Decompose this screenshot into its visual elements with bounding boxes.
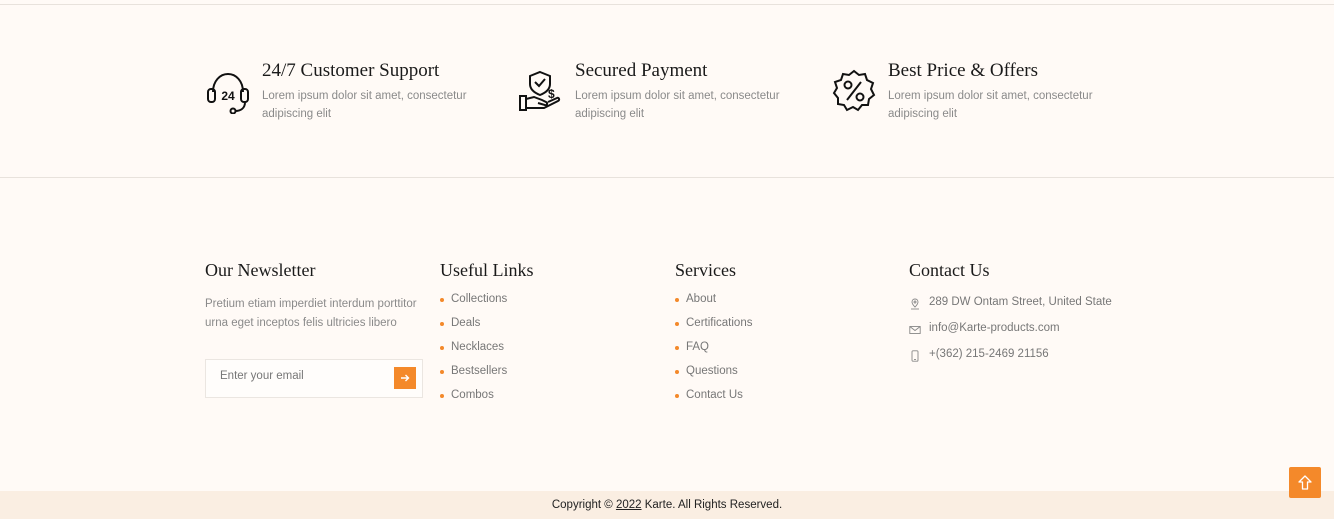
bullet-icon	[440, 298, 444, 302]
link-label: Necklaces	[451, 341, 505, 353]
bullet-icon	[675, 298, 679, 302]
feature-title: 24/7 Customer Support	[262, 60, 440, 81]
feature-desc: Lorem ipsum dolor sit amet, consectetur …	[262, 90, 467, 120]
copyright-text: Copyright © 2022 Karte. All Rights Reser…	[0, 499, 1334, 511]
contact-email[interactable]: info@Karte-products.com	[909, 322, 1139, 342]
bullet-icon	[675, 370, 679, 374]
useful-links-list: Collections Deals Necklaces Bestsellers …	[440, 293, 507, 413]
bullet-icon	[440, 346, 444, 350]
link-necklaces[interactable]: Necklaces	[440, 341, 507, 365]
subscribe-button[interactable]	[394, 367, 416, 389]
services-title: Services	[675, 260, 736, 280]
bullet-icon	[440, 322, 444, 326]
newsletter-section: Our Newsletter Pretium etiam imperdiet i…	[205, 260, 423, 398]
useful-links-section: Useful Links Collections Deals Necklaces…	[440, 260, 534, 401]
link-contact-us[interactable]: Contact Us	[675, 389, 752, 413]
newsletter-form	[205, 359, 423, 398]
copyright-year-link[interactable]: 2022	[616, 499, 642, 511]
footer-bar: Copyright © 2022 Karte. All Rights Reser…	[0, 491, 1334, 519]
link-label: Contact Us	[686, 389, 743, 401]
link-label: Collections	[451, 293, 508, 305]
link-label: Bestsellers	[451, 365, 508, 377]
contact-address: 289 DW Ontam Street, United State	[909, 296, 1139, 316]
feature-desc: Lorem ipsum dolor sit amet, consectetur …	[575, 90, 780, 120]
feature-desc: Lorem ipsum dolor sit amet, consectetur …	[888, 90, 1093, 120]
contact-title: Contact Us	[909, 260, 990, 280]
link-label: Combos	[451, 389, 494, 401]
link-collections[interactable]: Collections	[440, 293, 507, 317]
services-list: About Certifications FAQ Questions Conta…	[675, 293, 752, 413]
link-label: About	[686, 293, 717, 305]
link-combos[interactable]: Combos	[440, 389, 507, 413]
contact-phone[interactable]: +(362) 215-2469 21156	[909, 348, 1139, 368]
bullet-icon	[675, 346, 679, 350]
contact-section: Contact Us 289 DW Ontam Street, United S…	[909, 260, 1112, 362]
bullet-icon	[675, 322, 679, 326]
newsletter-title: Our Newsletter	[205, 260, 316, 280]
link-deals[interactable]: Deals	[440, 317, 507, 341]
link-questions[interactable]: Questions	[675, 365, 752, 389]
link-label: Deals	[451, 317, 481, 329]
link-about[interactable]: About	[675, 293, 752, 317]
bullet-icon	[440, 394, 444, 398]
feature-title: Best Price & Offers	[888, 60, 1039, 81]
headset-24-icon: 24	[207, 72, 249, 114]
copyright-prefix: Copyright ©	[551, 499, 613, 511]
arrow-up-icon	[1298, 474, 1312, 490]
features-strip: 24 24/7 Customer Support Lorem ipsum dol…	[0, 5, 1334, 177]
mail-icon	[909, 326, 921, 334]
phone-text: +(362) 215-2469 21156	[929, 348, 1049, 360]
newsletter-desc: Pretium etiam imperdiet interdum porttit…	[205, 298, 417, 329]
feature-title: Secured Payment	[575, 60, 708, 81]
bullet-icon	[675, 394, 679, 398]
section-divider	[0, 177, 1334, 178]
location-pin-icon	[911, 298, 919, 310]
secure-payment-hand-icon: $	[519, 70, 561, 111]
email-input[interactable]	[220, 370, 380, 382]
link-label: Certifications	[686, 317, 753, 329]
link-bestsellers[interactable]: Bestsellers	[440, 365, 507, 389]
link-label: FAQ	[686, 341, 710, 353]
link-certifications[interactable]: Certifications	[675, 317, 752, 341]
link-label: Questions	[686, 365, 738, 377]
arrow-right-icon	[401, 374, 410, 382]
useful-links-title: Useful Links	[440, 260, 534, 280]
discount-badge-icon	[832, 69, 876, 112]
address-text: 289 DW Ontam Street, United State	[929, 296, 1112, 308]
email-text: info@Karte-products.com	[929, 322, 1060, 334]
scroll-to-top-button[interactable]	[1289, 467, 1321, 498]
link-faq[interactable]: FAQ	[675, 341, 752, 365]
phone-icon	[911, 350, 919, 362]
bullet-icon	[440, 370, 444, 374]
copyright-suffix: Karte. All Rights Reserved.	[644, 499, 783, 511]
services-section: Services About Certifications FAQ Questi…	[675, 260, 752, 401]
svg-text:24: 24	[221, 89, 235, 103]
